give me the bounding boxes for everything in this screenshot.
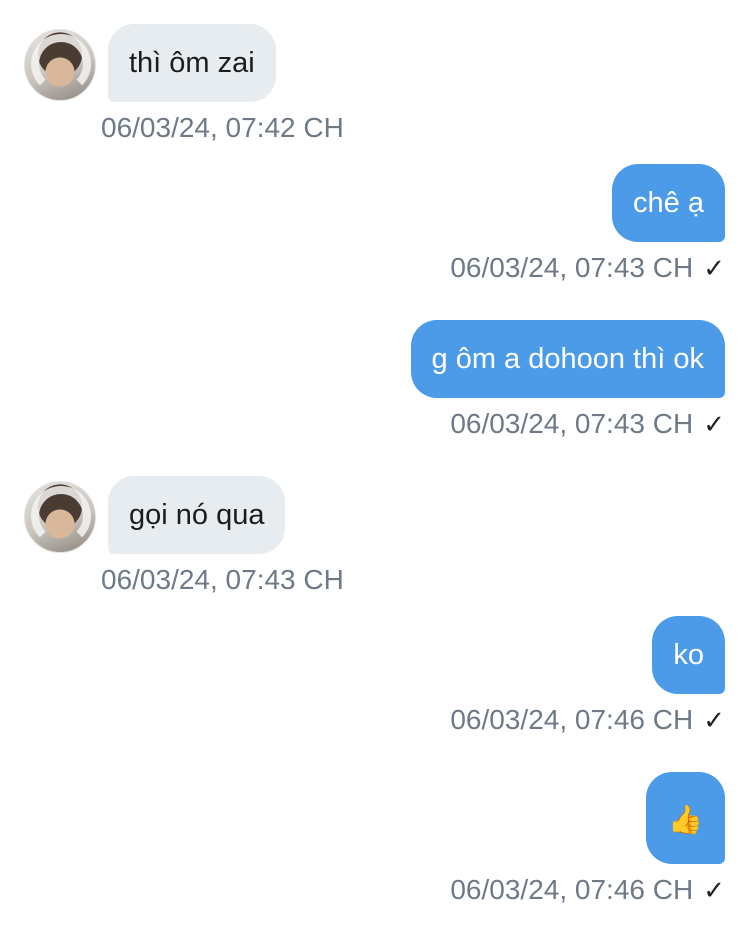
chat-thread: thì ôm zai 06/03/24, 07:42 CH chê ạ 06/0… [0,0,750,928]
contact-avatar[interactable] [24,29,96,101]
outgoing-emoji-bubble[interactable]: 👍 [646,772,725,864]
incoming-message-bubble[interactable]: gọi nó qua [108,476,286,554]
thumbs-up-icon: 👍 [668,804,703,835]
sent-check-icon: ✓ [703,409,725,439]
outgoing-message-bubble[interactable]: ko [652,616,725,694]
message-timestamp: 06/03/24, 07:46 CH [450,874,694,905]
message-meta: 06/03/24, 07:43 CH ✓ [450,252,725,284]
message-meta: 06/03/24, 07:46 CH ✓ [450,704,725,736]
sent-check-icon: ✓ [703,705,725,735]
message-timestamp: 06/03/24, 07:42 CH [101,112,344,143]
sent-check-icon: ✓ [703,875,725,905]
message-timestamp: 06/03/24, 07:43 CH [450,252,694,283]
contact-avatar[interactable] [24,481,96,553]
incoming-message-bubble[interactable]: thì ôm zai [108,24,276,102]
message-timestamp: 06/03/24, 07:46 CH [450,704,694,735]
message-timestamp: 06/03/24, 07:43 CH [450,408,694,439]
outgoing-message-bubble[interactable]: g ôm a dohoon thì ok [410,320,725,398]
outgoing-message-bubble[interactable]: chê ạ [612,164,725,242]
sent-check-icon: ✓ [703,253,725,283]
message-meta: 06/03/24, 07:46 CH ✓ [450,874,725,906]
message-timestamp: 06/03/24, 07:43 CH [101,564,344,595]
message-meta: 06/03/24, 07:43 CH ✓ [450,408,725,440]
